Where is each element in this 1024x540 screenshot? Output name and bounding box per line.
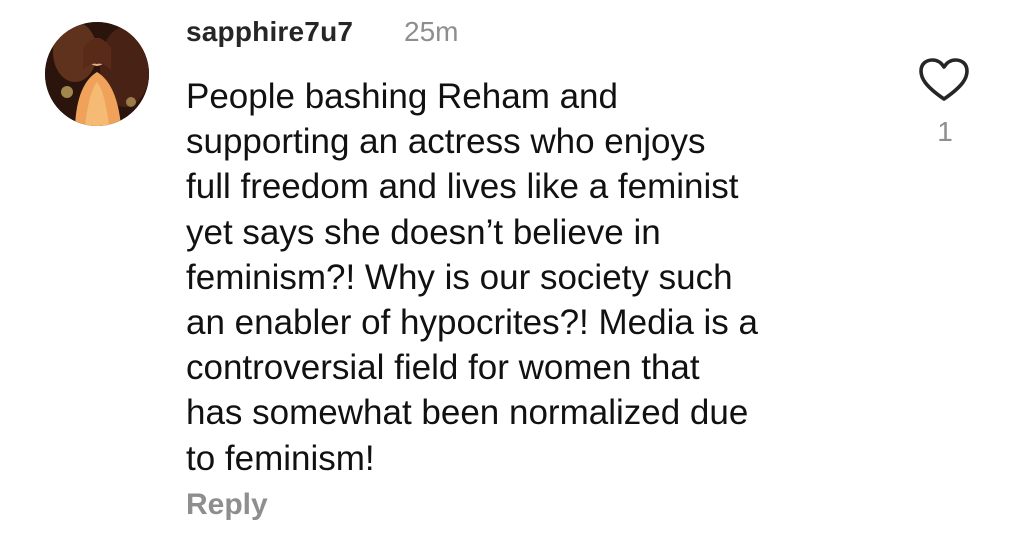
comment-line: to feminism!: [186, 438, 375, 478]
comment: sapphire7u7 25m People bashing Reham and…: [0, 0, 1024, 540]
like-count[interactable]: 1: [918, 116, 970, 148]
timestamp: 25m: [404, 16, 459, 47]
avatar[interactable]: [45, 22, 149, 126]
like-section: 1: [918, 58, 970, 148]
comment-text: People bashing Reham and supporting an a…: [186, 74, 876, 481]
reply-button[interactable]: Reply: [186, 488, 268, 522]
comment-line: controversial field for women that: [186, 348, 700, 388]
comment-line: supporting an actress who enjoys: [186, 122, 706, 162]
avatar-image: [45, 22, 149, 126]
heart-outline-icon[interactable]: [919, 58, 969, 102]
comment-line: full freedom and lives like a feminist: [186, 167, 739, 207]
username[interactable]: sapphire7u7: [186, 16, 353, 48]
comment-line: feminism?! Why is our society such: [186, 257, 733, 297]
comment-line: yet says she doesn’t believe in: [186, 212, 661, 252]
comment-line: an enabler of hypocrites?! Media is a: [186, 303, 758, 343]
comment-line: has somewhat been normalized due: [186, 393, 749, 433]
comment-line: People bashing Reham and: [186, 77, 618, 116]
